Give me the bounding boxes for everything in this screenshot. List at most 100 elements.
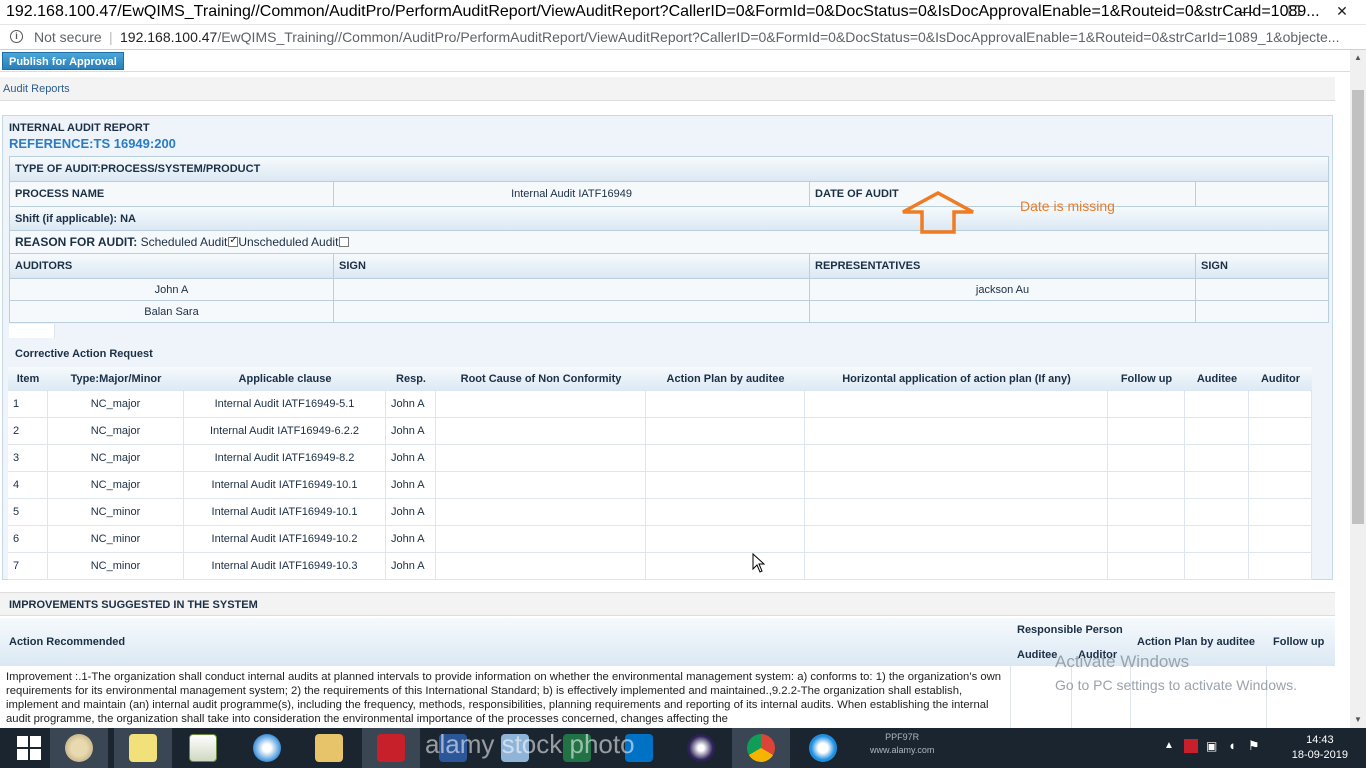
page-scrollbar[interactable]: ▲ ▼ — [1350, 50, 1366, 728]
scheduled-audit-checkbox[interactable] — [228, 235, 239, 247]
col-divider — [1130, 666, 1131, 728]
car-cell: NC_major — [48, 472, 184, 498]
action-plan-header: Action Plan by auditee — [1137, 636, 1255, 648]
car-cell — [805, 526, 1108, 552]
auditor-name: John A — [10, 279, 334, 300]
restore-icon[interactable]: ❐ — [1270, 0, 1318, 25]
tray-app-icon[interactable] — [1184, 739, 1198, 753]
car-cell — [805, 553, 1108, 579]
type-of-audit-label: TYPE OF AUDIT:PROCESS/SYSTEM/PRODUCT — [15, 163, 261, 175]
network-icon[interactable]: ▣ — [1206, 739, 1217, 753]
taskbar-eclipse[interactable] — [672, 728, 730, 768]
car-cell: Internal Audit IATF16949-6.2.2 — [184, 418, 386, 444]
url-path: /EwQIMS_Training//Common/AuditPro/Perfor… — [217, 29, 1340, 45]
car-col-header: Item — [16, 373, 40, 385]
car-header-row: Item Type:Major/Minor Applicable clause … — [8, 367, 1312, 391]
taskbar-paint[interactable] — [50, 728, 108, 768]
car-cell — [1108, 499, 1185, 525]
flag-icon[interactable]: ⚑ — [1248, 738, 1260, 754]
watermark-id: PPF97R www.alamy.com — [870, 731, 934, 757]
car-cell: John A — [386, 526, 436, 552]
car-cell: NC_major — [48, 418, 184, 444]
car-cell: Internal Audit IATF16949-10.1 — [184, 472, 386, 498]
taskbar-chrome[interactable] — [732, 728, 790, 768]
car-cell — [805, 472, 1108, 498]
window-title: 192.168.100.47/EwQIMS_Training//Common/A… — [6, 3, 1320, 20]
car-cell: John A — [386, 418, 436, 444]
car-cell: NC_major — [48, 445, 184, 471]
car-cell: 5 — [8, 499, 48, 525]
process-name-row: PROCESS NAME Internal Audit IATF16949 DA… — [10, 182, 1328, 207]
car-cell — [646, 445, 805, 471]
url-text[interactable]: 192.168.100.47/EwQIMS_Training//Common/A… — [120, 29, 1339, 45]
car-col-header: Horizontal application of action plan (I… — [842, 373, 1071, 385]
car-cell — [1185, 445, 1249, 471]
page-toolbar: Publish for Approval — [0, 50, 1350, 72]
taskbar-ie[interactable] — [794, 728, 852, 768]
taskbar: alamy stock photo PPF97R www.alamy.com ▲ … — [0, 728, 1366, 768]
spacer-cell — [9, 324, 55, 338]
auditor-row: Balan Sara — [10, 301, 1328, 323]
volume-icon[interactable]: ◖ — [1228, 738, 1236, 753]
auditors-header-row: AUDITORS SIGN REPRESENTATIVES SIGN — [10, 254, 1328, 279]
car-cell — [1185, 472, 1249, 498]
car-table: Item Type:Major/Minor Applicable clause … — [8, 367, 1312, 580]
taskbar-app-red[interactable] — [362, 728, 420, 768]
taskbar-explorer[interactable] — [300, 728, 358, 768]
tray-expand-icon[interactable]: ▲ — [1164, 740, 1174, 751]
scroll-thumb[interactable] — [1352, 90, 1364, 524]
eclipse-icon — [687, 734, 715, 762]
close-icon[interactable]: ✕ — [1318, 0, 1366, 25]
auditee-header: Auditee — [1017, 649, 1058, 661]
car-cell: 6 — [8, 526, 48, 552]
car-cell — [646, 472, 805, 498]
car-cell — [646, 553, 805, 579]
improvement-text: Improvement :.1-The organization shall c… — [6, 671, 1002, 725]
car-cell — [1185, 553, 1249, 579]
info-icon[interactable]: i — [10, 30, 23, 43]
car-cell — [1108, 391, 1185, 417]
scroll-down-icon[interactable]: ▼ — [1350, 712, 1366, 728]
internet-explorer-icon — [809, 734, 837, 762]
report-reference: REFERENCE:TS 16949:200 — [9, 136, 176, 151]
annotation-date-missing: Date is missing — [1020, 198, 1115, 214]
car-row: 5 NC_minor Internal Audit IATF16949-10.1 Jo… — [8, 499, 1312, 526]
car-cell — [436, 445, 646, 471]
car-cell — [646, 499, 805, 525]
reason-row: REASON FOR AUDIT: Scheduled Audit Unsched… — [10, 231, 1328, 254]
unscheduled-audit-checkbox[interactable] — [339, 237, 350, 247]
taskbar-editor[interactable] — [174, 728, 232, 768]
minimize-icon[interactable]: — — [1222, 0, 1270, 25]
scroll-up-icon[interactable]: ▲ — [1350, 50, 1366, 66]
car-col-header: Follow up — [1120, 373, 1173, 385]
car-cell — [1108, 472, 1185, 498]
address-bar[interactable]: i Not secure | 192.168.100.47/EwQIMS_Tra… — [0, 25, 1366, 50]
car-cell — [805, 445, 1108, 471]
car-row: 2 NC_major Internal Audit IATF16949-6.2.2 J… — [8, 418, 1312, 445]
car-cell: Internal Audit IATF16949-5.1 — [184, 391, 386, 417]
clock[interactable]: 14:43 18-09-2019 — [1292, 733, 1348, 763]
car-cell: 4 — [8, 472, 48, 498]
car-cell: John A — [386, 472, 436, 498]
publish-for-approval-button[interactable]: Publish for Approval — [2, 52, 124, 70]
audit-info-table: TYPE OF AUDIT:PROCESS/SYSTEM/PRODUCT PRO… — [9, 156, 1329, 323]
system-tray: ▲ ▣ ◖ ⚑ 14:43 18-09-2019 — [1136, 728, 1366, 768]
representative-sign — [1196, 301, 1328, 323]
breadcrumb-audit-reports[interactable]: Audit Reports — [3, 83, 70, 95]
car-row: 6 NC_minor Internal Audit IATF16949-10.2 Jo… — [8, 526, 1312, 553]
car-cell — [1249, 553, 1312, 579]
auditor-sign — [334, 301, 810, 323]
car-cell: Internal Audit IATF16949-10.3 — [184, 553, 386, 579]
car-cell — [1249, 418, 1312, 444]
url-host: 192.168.100.47 — [120, 29, 218, 45]
car-cell — [1108, 445, 1185, 471]
car-cell: John A — [386, 391, 436, 417]
process-name-value: Internal Audit IATF16949 — [334, 182, 810, 206]
taskbar-sticky-notes[interactable] — [114, 728, 172, 768]
car-cell — [805, 418, 1108, 444]
col-divider — [1071, 666, 1072, 728]
taskbar-safari[interactable] — [238, 728, 296, 768]
car-cell: 2 — [8, 418, 48, 444]
car-cell — [646, 418, 805, 444]
improvements-title: IMPROVEMENTS SUGGESTED IN THE SYSTEM — [0, 592, 1335, 616]
